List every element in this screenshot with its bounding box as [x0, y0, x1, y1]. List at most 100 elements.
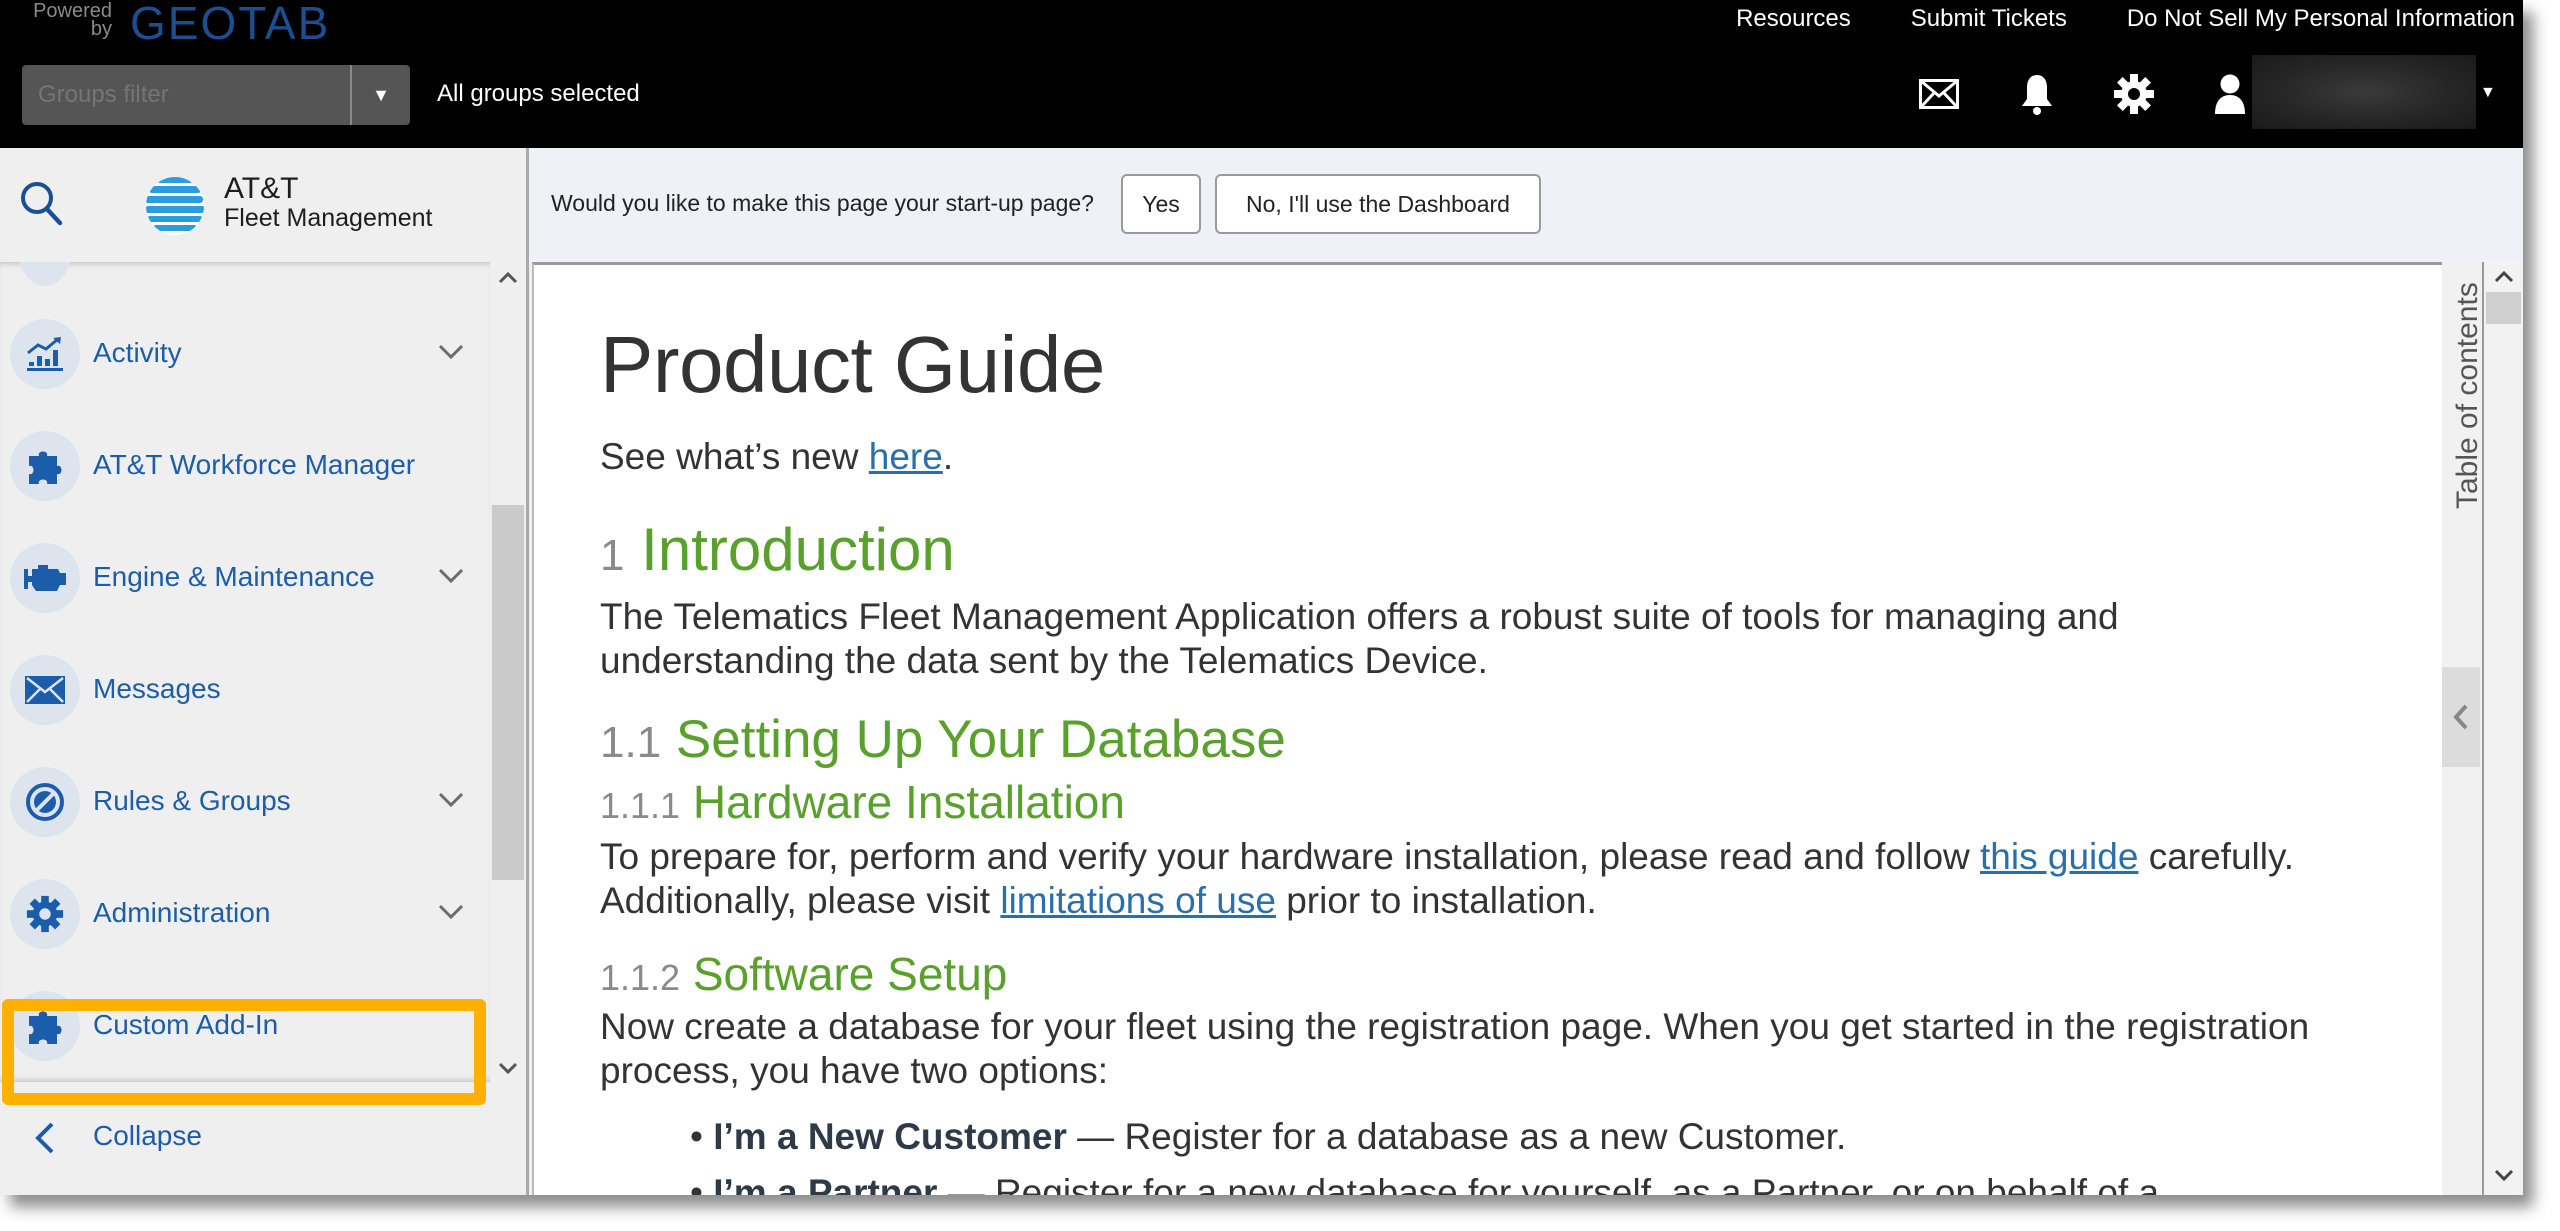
- att-globe-logo: [146, 177, 204, 235]
- envelope-icon: [10, 655, 80, 725]
- section-heading-introduction: 1 Introduction: [600, 515, 955, 584]
- content-scrollbar[interactable]: [2484, 262, 2523, 1195]
- sidebar-item-label: Engine & Maintenance: [93, 561, 375, 592]
- search-icon[interactable]: [18, 178, 66, 230]
- section-heading-hardware-installation: 1.1.1 Hardware Installation: [600, 775, 1125, 829]
- bullet-bold: I’m a New Customer: [713, 1116, 1067, 1157]
- puzzle-icon: [10, 431, 80, 501]
- user-menu-caret-icon[interactable]: ▼: [2480, 84, 2496, 102]
- sidebar-item-administration[interactable]: Administration: [0, 858, 490, 970]
- gear-icon[interactable]: [2112, 72, 2156, 116]
- chevron-left-icon: [2453, 704, 2468, 730]
- scroll-down-arrow-icon[interactable]: [2484, 1162, 2523, 1190]
- whats-new-text: See what’s new here.: [600, 435, 2360, 479]
- product-guide-content: Product Guide See what’s new here. 1 Int…: [532, 262, 2444, 1195]
- whats-new-suffix: .: [942, 436, 954, 477]
- sidebar-item-workforce-manager[interactable]: AT&T Workforce Manager: [0, 410, 490, 522]
- intro-paragraph: The Telematics Fleet Management Applicat…: [600, 596, 2119, 681]
- section-number: 1.1.1: [600, 785, 681, 826]
- toc-expand-button[interactable]: [2442, 667, 2480, 767]
- activity-chart-icon: [10, 319, 80, 389]
- top-links: Resources Submit Tickets Do Not Sell My …: [1736, 5, 2515, 33]
- logo-title: AT&T: [224, 172, 299, 205]
- sidebar: AT&T Fleet Management Activity AT&T Work…: [0, 148, 529, 1195]
- content-scroll-thumb[interactable]: [2486, 292, 2521, 324]
- groups-filter-dropdown-button[interactable]: ▼: [350, 65, 410, 125]
- collapse-button[interactable]: Collapse: [0, 1098, 490, 1178]
- hardware-paragraph: To prepare for, perform and verify your …: [600, 835, 2360, 923]
- groups-filter-input[interactable]: [22, 65, 350, 125]
- sidebar-item-activity[interactable]: Activity: [0, 298, 490, 410]
- sidebar-item-label: Custom Add-In: [93, 1009, 279, 1040]
- chevron-down-icon[interactable]: [436, 784, 466, 814]
- engine-icon: [10, 543, 80, 613]
- nav-list: Activity AT&T Workforce Manager Engine &…: [0, 262, 490, 1082]
- chevron-down-icon[interactable]: [436, 336, 466, 366]
- hw-text: prior to installation.: [1275, 880, 1597, 921]
- groups-filter: ▼: [22, 65, 410, 125]
- groups-status-text: All groups selected: [437, 80, 640, 107]
- app-window: Powered by GEOTAB Resources Submit Ticke…: [0, 0, 2523, 1195]
- submit-tickets-link[interactable]: Submit Tickets: [1911, 5, 2067, 33]
- powered-by-label: Powered by: [33, 0, 112, 40]
- sidebar-item-label: Rules & Groups: [93, 785, 291, 816]
- use-dashboard-button[interactable]: No, I'll use the Dashboard: [1215, 174, 1541, 234]
- chevron-left-icon: [35, 1122, 54, 1154]
- collapse-label: Collapse: [93, 1120, 202, 1151]
- caret-down-icon: ▼: [372, 84, 390, 105]
- logo-subtitle: Fleet Management: [224, 204, 433, 232]
- top-header: Powered by GEOTAB Resources Submit Ticke…: [0, 0, 2523, 148]
- sidebar-header: AT&T Fleet Management: [0, 148, 526, 262]
- section-heading-setting-up-database: 1.1 Setting Up Your Database: [600, 709, 1286, 770]
- do-not-sell-link[interactable]: Do Not Sell My Personal Information: [2127, 5, 2515, 33]
- scroll-up-arrow-icon[interactable]: [2484, 262, 2523, 290]
- sidebar-item-messages[interactable]: Messages: [0, 634, 490, 746]
- section-number: 1.1.2: [600, 957, 681, 998]
- startup-page-prompt: Would you like to make this page your st…: [529, 148, 2523, 262]
- sidebar-scroll-thumb[interactable]: [492, 505, 524, 880]
- sidebar-item-rules-groups[interactable]: Rules & Groups: [0, 746, 490, 858]
- section-heading-software-setup: 1.1.2 Software Setup: [600, 947, 1007, 1001]
- scroll-down-arrow-icon[interactable]: [490, 1054, 526, 1084]
- sidebar-item-label: AT&T Workforce Manager: [93, 449, 416, 480]
- rules-icon: [10, 767, 80, 837]
- sidebar-item-label: Messages: [93, 673, 221, 704]
- sidebar-scrollbar[interactable]: [490, 262, 526, 1082]
- user-name-redacted[interactable]: [2252, 55, 2476, 129]
- bell-icon[interactable]: [2015, 72, 2059, 116]
- section-title: Setting Up Your Database: [675, 710, 1286, 769]
- bullet-new-customer: • I’m a New Customer — Register for a da…: [690, 1116, 1847, 1157]
- section-title: Introduction: [641, 516, 955, 583]
- user-icon[interactable]: [2208, 72, 2252, 116]
- resources-link[interactable]: Resources: [1736, 5, 1851, 33]
- section-title: Hardware Installation: [692, 776, 1125, 828]
- puzzle-icon: [10, 991, 80, 1061]
- table-of-contents-tab[interactable]: Table of contents: [2451, 282, 2485, 509]
- sidebar-item-label: Activity: [93, 337, 182, 368]
- section-number: 1.1: [600, 718, 662, 767]
- startup-question: Would you like to make this page your st…: [551, 190, 1094, 216]
- hw-text: To prepare for, perform and verify your …: [600, 836, 1981, 877]
- bullet-partner: • I’m a Partner — Register for a new dat…: [690, 1171, 2159, 1195]
- chevron-down-icon[interactable]: [436, 560, 466, 590]
- bullet-text: — Register for a new database for yourse…: [937, 1172, 2160, 1195]
- scroll-up-arrow-icon[interactable]: [490, 262, 526, 292]
- gear-icon: [10, 879, 80, 949]
- software-paragraph: Now create a database for your fleet usi…: [600, 1006, 2310, 1091]
- geotab-logo: GEOTAB: [130, 0, 331, 49]
- sidebar-item-label: Administration: [93, 897, 271, 928]
- sidebar-item-engine-maintenance[interactable]: Engine & Maintenance: [0, 522, 490, 634]
- this-guide-link[interactable]: this guide: [1980, 836, 2138, 877]
- bullet-text: — Register for a database as a new Custo…: [1066, 1116, 1847, 1157]
- yes-button[interactable]: Yes: [1121, 174, 1201, 234]
- table-of-contents-panel: Table of contents: [2442, 262, 2484, 1195]
- section-title: Software Setup: [692, 948, 1008, 1000]
- page-title: Product Guide: [600, 320, 1105, 409]
- limitations-of-use-link[interactable]: limitations of use: [1000, 880, 1276, 921]
- mail-icon[interactable]: [1917, 72, 1961, 116]
- bullet-bold: I’m a Partner: [713, 1172, 938, 1195]
- partial-nav-icon: [18, 262, 72, 286]
- sidebar-item-custom-add-in[interactable]: Custom Add-In: [0, 970, 490, 1082]
- whats-new-link[interactable]: here: [869, 436, 943, 477]
- chevron-down-icon[interactable]: [436, 896, 466, 926]
